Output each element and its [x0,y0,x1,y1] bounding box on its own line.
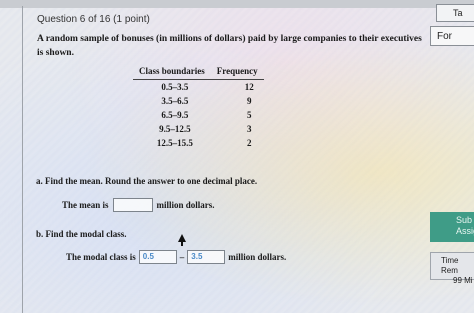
modal-separator: – [179,252,185,262]
submit-label-line2: Assign [456,226,474,236]
table-row: 3.5–6.5 9 [133,94,264,108]
class-cell: 12.5–15.5 [156,137,193,148]
modal-suffix: million dollars. [228,252,287,262]
side-tab[interactable]: Ta [436,4,474,22]
frequency-cell: 12 [244,81,254,92]
question-panel: Question 6 of 16 (1 point) A random samp… [22,6,424,313]
table-row: 6.5–9.5 5 [133,108,264,122]
col-header-class: Class boundaries [133,66,211,80]
modal-high-input[interactable]: 3.5 [187,250,226,264]
mean-suffix: million dollars. [156,200,215,210]
modal-answer-line: The modal class is 0.5 – 3.5 million dol… [66,250,286,264]
question-header: Question 6 of 16 (1 point) [37,14,150,25]
class-cell: 0.5–3.5 [161,81,189,92]
time-remaining: Time Rem 99 Mi [430,252,474,285]
modal-prefix: The modal class is [66,252,136,262]
submit-assignment-button[interactable]: Sub Assign [430,212,474,242]
class-cell: 6.5–9.5 [161,109,189,120]
mean-prefix: The mean is [62,200,109,210]
side-button[interactable]: For [430,26,474,46]
mean-answer-line: The mean is million dollars. [62,198,215,212]
frequency-table: Class boundaries Frequency 0.5–3.5 12 3.… [133,66,264,150]
class-cell: 9.5–12.5 [159,123,191,134]
table-row: 0.5–3.5 12 [133,80,264,94]
frequency-cell: 3 [246,123,252,134]
table-row: 9.5–12.5 3 [133,122,264,136]
mean-input[interactable] [112,198,153,212]
frequency-cell: 9 [246,95,252,106]
part-a-label: a. Find the mean. Round the answer to on… [36,176,258,186]
frequency-cell: 2 [246,137,252,148]
class-cell: 3.5–6.5 [161,95,189,106]
table-row: 12.5–15.5 2 [133,136,264,150]
time-value: 99 Mi [453,276,473,285]
question-prompt: A random sample of bonuses (in millions … [37,34,422,58]
modal-low-input[interactable]: 0.5 [138,250,177,264]
frequency-cell: 5 [246,109,252,120]
time-label: Time Rem [441,256,459,275]
right-side-panel: Ta For Sub Assign Time Rem 99 Mi [426,0,474,313]
col-header-frequency: Frequency [210,66,264,80]
mouse-cursor-icon [178,234,186,246]
part-b-label: b. Find the modal class. [36,229,127,239]
submit-label-line1: Sub [456,215,473,225]
